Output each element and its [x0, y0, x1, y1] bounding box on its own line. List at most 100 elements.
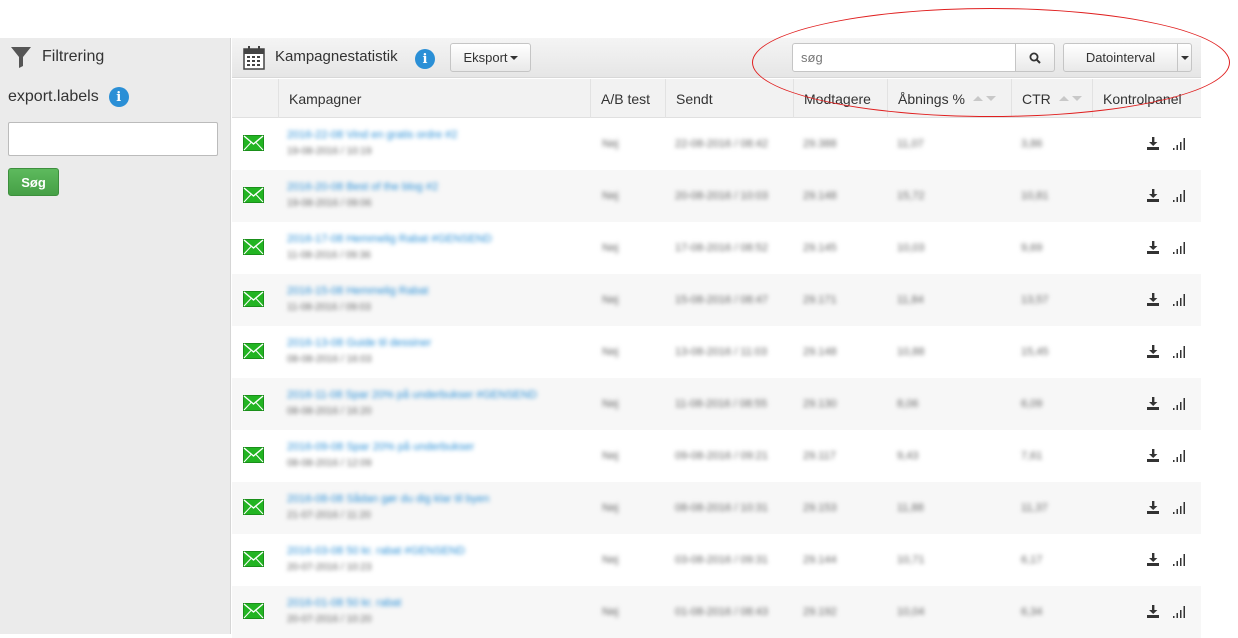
- sent-cell: 03-08-2016 / 09:31: [675, 534, 768, 586]
- campaign-link[interactable]: 2016-20-08 Best of the blog #2: [287, 181, 438, 193]
- download-icon[interactable]: [1147, 605, 1159, 618]
- open-rate-cell: 10,71: [897, 534, 925, 586]
- ab-test-cell: Nej: [602, 482, 619, 534]
- column-header-sent[interactable]: Sendt: [665, 79, 793, 118]
- stats-icon[interactable]: [1173, 346, 1186, 358]
- recipients-cell-value: 29.388: [803, 138, 837, 150]
- ctr-cell-value: 6,34: [1021, 606, 1043, 618]
- envelope-icon: [243, 239, 264, 255]
- ctr-cell-value: 10,81: [1021, 190, 1049, 202]
- ab-test-cell-value: Nej: [602, 138, 619, 150]
- campaign-link[interactable]: 2016-08-08 Sådan gør du dig klar til bye…: [287, 493, 489, 505]
- filter-sidebar: Filtrering export.labels i Søg: [0, 38, 231, 634]
- column-header-campaigns[interactable]: Kampagner: [278, 79, 590, 118]
- stats-icon[interactable]: [1173, 190, 1186, 202]
- sent-cell: 17-08-2016 / 08:52: [675, 222, 768, 274]
- download-icon[interactable]: [1147, 553, 1159, 566]
- ab-test-cell: Nej: [602, 378, 619, 430]
- search-submit-button[interactable]: [1015, 43, 1055, 72]
- date-interval-button[interactable]: Datointerval: [1063, 43, 1178, 72]
- envelope-icon: [243, 291, 264, 307]
- ab-test-cell: Nej: [602, 170, 619, 222]
- stats-icon[interactable]: [1173, 398, 1186, 410]
- recipients-cell: 29.148: [803, 170, 837, 222]
- download-icon[interactable]: [1147, 449, 1159, 462]
- ctr-cell: 11,37: [1021, 482, 1048, 534]
- campaign-search-input[interactable]: [792, 43, 1016, 72]
- ab-test-cell: Nej: [602, 534, 619, 586]
- download-icon[interactable]: [1147, 501, 1159, 514]
- ab-test-cell-value: Nej: [602, 554, 619, 566]
- calendar-icon: [243, 46, 265, 70]
- campaign-created-date: 19-08-2016 / 10:19: [287, 146, 372, 157]
- recipients-cell-value: 29.171: [803, 294, 837, 306]
- search-button[interactable]: Søg: [8, 168, 59, 196]
- stats-icon[interactable]: [1173, 450, 1186, 462]
- recipients-cell: 29.117: [803, 430, 836, 482]
- sort-icon: [1058, 96, 1082, 101]
- open-rate-cell-value: 10,04: [897, 606, 925, 618]
- open-rate-cell-value: 11,07: [897, 138, 924, 150]
- ctr-cell-value: 6,17: [1021, 554, 1043, 566]
- column-header-control-panel: Kontrolpanel: [1092, 79, 1201, 118]
- column-header-ab-test[interactable]: A/B test: [590, 79, 665, 118]
- export-labels-row: export.labels i: [8, 87, 129, 107]
- open-rate-cell-value: 11,88: [897, 502, 924, 514]
- download-icon[interactable]: [1147, 293, 1159, 306]
- campaign-link[interactable]: 2016-17-08 Hemmelig Rabat #GENSEND: [287, 233, 492, 245]
- open-rate-cell: 11,07: [897, 118, 924, 170]
- open-rate-cell-value: 10,03: [897, 242, 925, 254]
- open-rate-cell: 10,04: [897, 586, 925, 638]
- campaign-link[interactable]: 2016-13-08 Guide til dessiner: [287, 337, 431, 349]
- open-rate-cell: 15,72: [897, 170, 925, 222]
- download-icon[interactable]: [1147, 397, 1159, 410]
- table-row: 2016-20-08 Best of the blog #2 19-08-2016…: [232, 170, 1201, 222]
- funnel-icon: [11, 47, 31, 68]
- campaign-created-date: 08-08-2016 / 12:09: [287, 458, 372, 469]
- info-icon[interactable]: i: [108, 87, 129, 107]
- recipients-cell: 29.130: [803, 378, 837, 430]
- stats-icon[interactable]: [1173, 242, 1186, 254]
- export-dropdown-button[interactable]: Eksport: [450, 43, 531, 72]
- column-header-label: A/B test: [601, 90, 651, 107]
- sent-cell-value: 13-08-2016 / 11:03: [675, 346, 768, 358]
- chevron-down-icon: [509, 55, 518, 60]
- sent-cell-value: 17-08-2016 / 08:52: [675, 242, 768, 254]
- open-rate-cell: 11,84: [897, 274, 924, 326]
- campaign-created-date: 11-08-2016 / 09:36: [287, 250, 371, 261]
- info-icon[interactable]: i: [415, 49, 435, 69]
- stats-icon[interactable]: [1173, 294, 1186, 306]
- column-header-recipients[interactable]: Modtagere: [793, 79, 887, 118]
- sent-cell-value: 20-08-2016 / 10:03: [675, 190, 768, 202]
- sent-cell: 09-08-2016 / 09:21: [675, 430, 768, 482]
- campaign-link[interactable]: 2016-15-08 Hemmelig Rabat: [287, 285, 428, 297]
- ab-test-cell-value: Nej: [602, 294, 619, 306]
- campaign-link[interactable]: 2016-01-08 50 kr. rabat: [287, 597, 401, 609]
- campaign-toolbar: Kampagnestatistik i Eksport Datointerval: [232, 38, 1201, 78]
- stats-icon[interactable]: [1173, 606, 1186, 618]
- download-icon[interactable]: [1147, 345, 1159, 358]
- stats-icon[interactable]: [1173, 554, 1186, 566]
- stats-icon[interactable]: [1173, 138, 1186, 150]
- column-header-ctr[interactable]: CTR: [1011, 79, 1092, 118]
- ab-test-cell-value: Nej: [602, 242, 619, 254]
- download-icon[interactable]: [1147, 241, 1159, 254]
- ctr-cell: 13,57: [1021, 274, 1049, 326]
- date-interval-dropdown-toggle[interactable]: [1177, 43, 1192, 72]
- filter-search-input[interactable]: [8, 122, 218, 156]
- campaign-link[interactable]: 2016-22-08 Vind en gratis ordre #2: [287, 129, 457, 141]
- campaign-link[interactable]: 2016-03-08 50 kr. rabat #GENSEND: [287, 545, 465, 557]
- ab-test-cell: Nej: [602, 430, 619, 482]
- download-icon[interactable]: [1147, 137, 1159, 150]
- open-rate-cell-value: 15,72: [897, 190, 925, 202]
- column-header-open-rate[interactable]: Åbnings %: [887, 79, 1011, 118]
- campaign-link[interactable]: 2016-11-08 Spar 20% på underbukser #GENS…: [287, 389, 537, 401]
- campaign-link[interactable]: 2016-09-08 Spar 20% på underbukser: [287, 441, 474, 453]
- campaign-created-date: 19-08-2016 / 09:06: [287, 198, 372, 209]
- ctr-cell: 15,45: [1021, 326, 1049, 378]
- envelope-icon: [243, 187, 264, 203]
- table-row: 2016-13-08 Guide til dessiner 08-08-2016 …: [232, 326, 1201, 378]
- download-icon[interactable]: [1147, 189, 1159, 202]
- stats-icon[interactable]: [1173, 502, 1186, 514]
- table-row: 2016-22-08 Vind en gratis ordre #2 19-08-…: [232, 118, 1201, 170]
